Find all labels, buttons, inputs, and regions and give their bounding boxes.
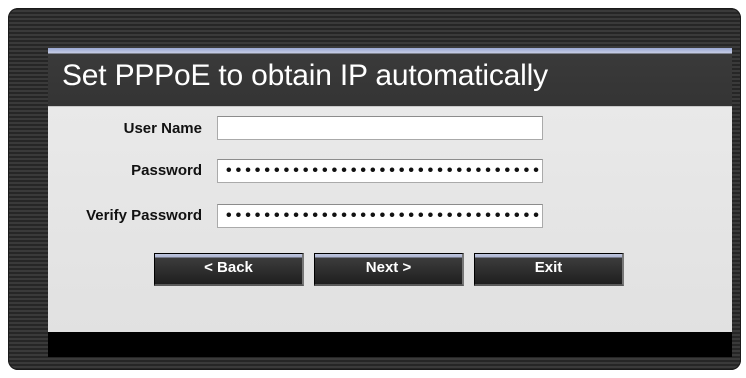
title-bar: Set PPPoE to obtain IP automatically — [48, 48, 732, 106]
page-title: Set PPPoE to obtain IP automatically — [62, 59, 548, 92]
user-name-label: User Name — [123, 120, 202, 137]
exit-button[interactable]: Exit — [474, 253, 624, 286]
window-frame: Set PPPoE to obtain IP automatically Use… — [8, 8, 741, 370]
verify-password-label: Verify Password — [86, 207, 202, 224]
form-panel: User Name Password •••••••••••••••••••••… — [48, 106, 732, 333]
footer-bar — [48, 332, 732, 357]
password-label: Password — [131, 162, 202, 179]
password-input[interactable]: •••••••••••••••••••••••••••••••••• — [217, 159, 543, 183]
user-name-input[interactable] — [217, 116, 543, 140]
verify-password-input[interactable]: •••••••••••••••••••••••••••••••••• — [217, 204, 543, 228]
next-button[interactable]: Next > — [314, 253, 464, 286]
pppoe-dialog: Set PPPoE to obtain IP automatically Use… — [48, 48, 732, 357]
back-button[interactable]: < Back — [154, 253, 304, 286]
